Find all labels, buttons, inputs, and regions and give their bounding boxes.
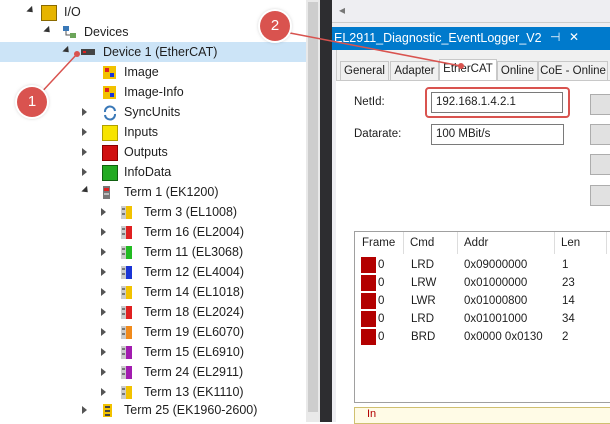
annotation-line-2 bbox=[289, 32, 462, 67]
annotation-badge-1: 1 bbox=[17, 87, 47, 117]
annotation-badge-2: 2 bbox=[260, 11, 290, 41]
badge-number: 1 bbox=[27, 93, 37, 110]
annotation-dot-1 bbox=[74, 51, 80, 57]
badge-number: 2 bbox=[270, 17, 280, 34]
annotation-line-1 bbox=[37, 53, 78, 97]
annotation-dot-2 bbox=[458, 63, 464, 69]
annotation-lines bbox=[37, 32, 464, 97]
